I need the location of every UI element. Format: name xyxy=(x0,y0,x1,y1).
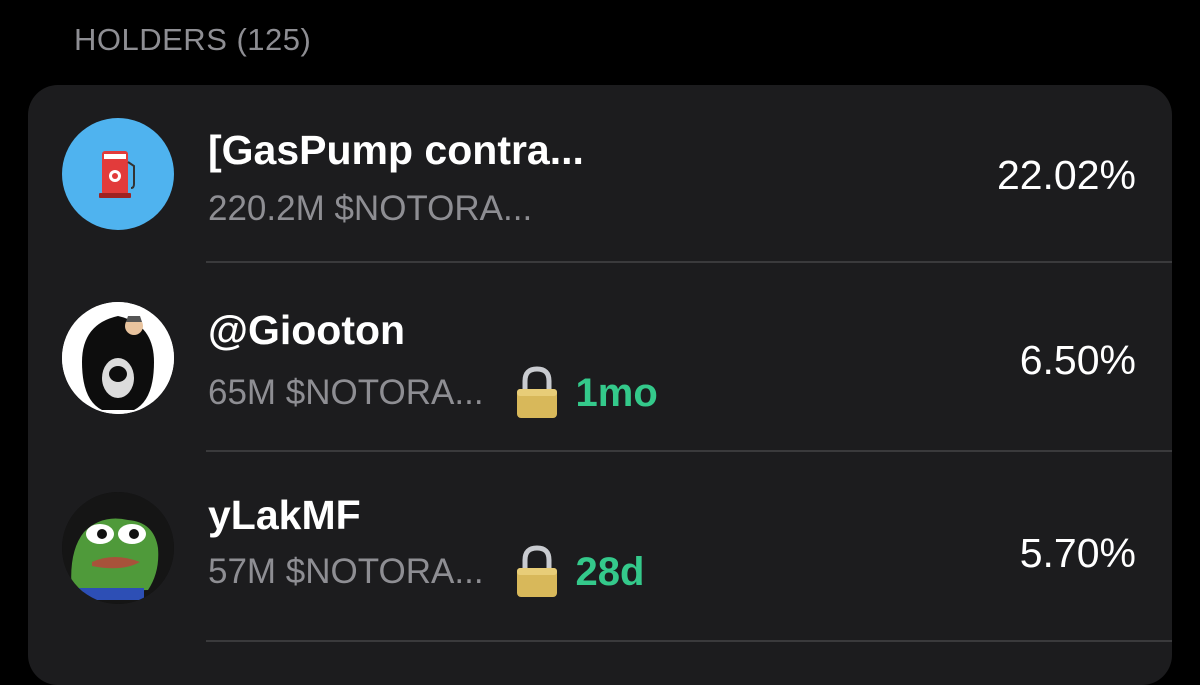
holder-amount: 65M $NOTORA... xyxy=(208,373,484,412)
holder-amount: 220.2M $NOTORA... xyxy=(208,189,533,228)
holder-details: 220.2M $NOTORA... xyxy=(208,189,532,229)
hooded-figure-avatar xyxy=(62,302,174,414)
holder-amount: 57M $NOTORA... xyxy=(208,552,484,591)
holder-percent: 22.02% xyxy=(996,152,1136,198)
holder-percent: 6.50% xyxy=(1019,337,1136,383)
lock-duration: 1mo xyxy=(575,370,658,415)
holder-details: 65M $NOTORA... 1mo xyxy=(208,366,658,420)
avatar xyxy=(62,492,174,604)
holders-list: [GasPump contra... 220.2M $NOTORA... 22.… xyxy=(28,85,1172,685)
lock-icon xyxy=(516,366,557,418)
gas-pump-icon xyxy=(99,151,135,198)
holders-section-title: HOLDERS (125) xyxy=(74,22,312,57)
holder-name: [GasPump contra... xyxy=(208,127,584,173)
avatar xyxy=(62,118,174,230)
holder-name: @Giooton xyxy=(208,307,406,353)
holder-percent: 5.70% xyxy=(1019,530,1136,576)
holder-row[interactable]: [GasPump contra... 220.2M $NOTORA... 22.… xyxy=(28,85,1172,275)
divider xyxy=(206,640,1172,642)
lock-duration: 28d xyxy=(575,549,645,594)
lock-icon xyxy=(516,545,557,597)
holder-row[interactable]: yLakMF 57M $NOTORA... 28d 5.70% xyxy=(28,452,1172,642)
frog-avatar xyxy=(62,492,174,604)
holder-name: yLakMF xyxy=(208,492,361,538)
holder-row[interactable]: @Giooton 65M $NOTORA... 1mo 6.50% xyxy=(28,262,1172,452)
holder-details: 57M $NOTORA... 28d xyxy=(208,545,644,599)
avatar xyxy=(62,302,174,414)
